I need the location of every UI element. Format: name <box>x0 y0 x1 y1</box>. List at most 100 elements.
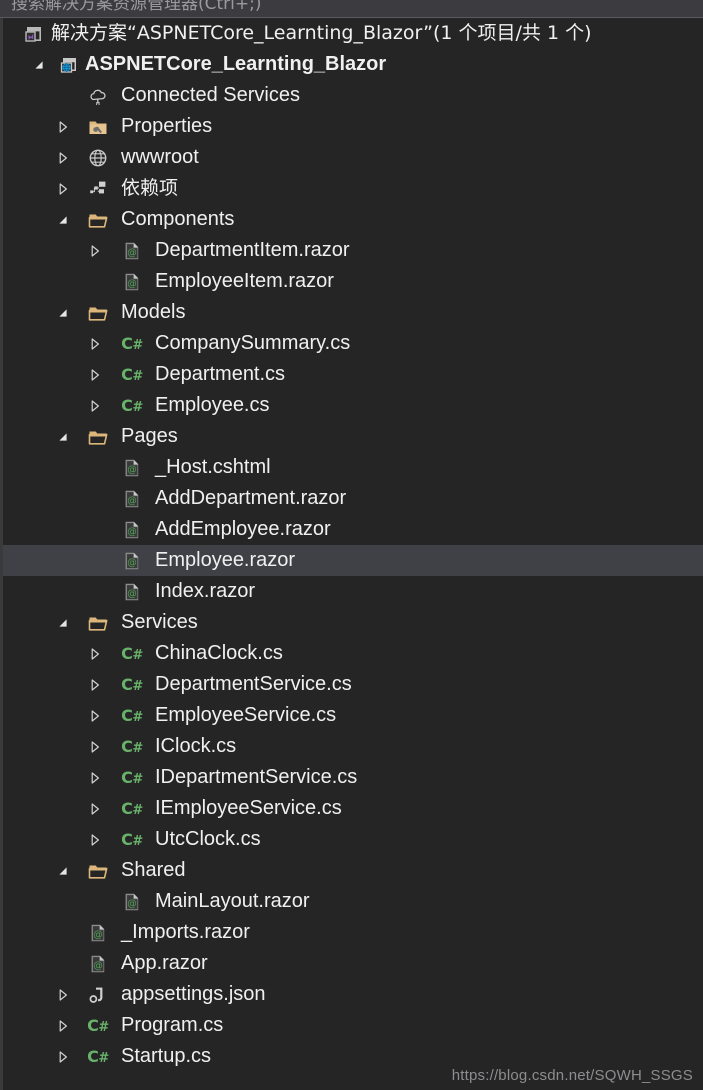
expander-spacer <box>55 948 71 979</box>
tree-item-solution[interactable]: 解决方案“ASPNETCore_Learnting_Blazor”(1 个项目/… <box>3 18 703 49</box>
tree-item-dependencies[interactable]: 依赖项 <box>3 173 703 204</box>
search-bar[interactable]: 搜索解决方案资源管理器(Ctrl+;) <box>0 0 703 18</box>
tree-item-label: Startup.cs <box>121 1045 212 1067</box>
chevron-down-icon[interactable] <box>55 855 71 886</box>
tree-item-imports-razor[interactable]: @ _Imports.razor <box>3 917 703 948</box>
tree-item-project[interactable]: ASPNETCore_Learnting_Blazor <box>3 49 703 80</box>
chevron-down-icon[interactable] <box>55 421 71 452</box>
chevron-right-icon[interactable] <box>55 1041 71 1072</box>
tree-item-utcclock-cs[interactable]: C# UtcClock.cs <box>3 824 703 855</box>
razor-icon: @ <box>121 266 143 297</box>
tree-item-employeeservice-cs[interactable]: C# EmployeeService.cs <box>3 700 703 731</box>
razor-icon: @ <box>87 948 109 979</box>
chevron-right-icon[interactable] <box>55 173 71 204</box>
expander-spacer <box>87 545 103 576</box>
chevron-right-icon[interactable] <box>87 700 103 731</box>
tree-item-employeeitem-razor[interactable]: @ EmployeeItem.razor <box>3 266 703 297</box>
tree-item-label: IClock.cs <box>155 735 237 757</box>
solution-explorer-panel: 搜索解决方案资源管理器(Ctrl+;) 解决方案“ASPNETCore_Lear… <box>0 0 703 1090</box>
expander-spacer <box>87 886 103 917</box>
connected-services-icon <box>87 80 109 111</box>
tree-item-label: IDepartmentService.cs <box>155 766 358 788</box>
chevron-right-icon[interactable] <box>87 328 103 359</box>
tree-item-departmentservice-cs[interactable]: C# DepartmentService.cs <box>3 669 703 700</box>
chevron-right-icon[interactable] <box>55 142 71 173</box>
svg-text:@: @ <box>127 898 137 909</box>
csharp-icon: C# <box>121 829 143 849</box>
chevron-right-icon[interactable] <box>87 762 103 793</box>
tree-item-label: 解决方案“ASPNETCore_Learnting_Blazor”(1 个项目/… <box>51 22 592 44</box>
tree-item-host-cshtml[interactable]: @ _Host.cshtml <box>3 452 703 483</box>
tree-item-models[interactable]: Models <box>3 297 703 328</box>
search-input[interactable]: 搜索解决方案资源管理器(Ctrl+;) <box>8 0 695 17</box>
chevron-right-icon[interactable] <box>87 638 103 669</box>
tree-item-appsettings-json[interactable]: appsettings.json <box>3 979 703 1010</box>
tree-item-employee-razor[interactable]: @ Employee.razor <box>3 545 703 576</box>
chevron-right-icon[interactable] <box>87 793 103 824</box>
chevron-right-icon[interactable] <box>55 979 71 1010</box>
tree-item-companysummary-cs[interactable]: C# CompanySummary.cs <box>3 328 703 359</box>
expander-spacer <box>87 483 103 514</box>
expander-spacer <box>55 917 71 948</box>
tree-item-label: App.razor <box>121 952 208 974</box>
tree-item-services[interactable]: Services <box>3 607 703 638</box>
tree-item-label: EmployeeService.cs <box>155 704 337 726</box>
tree-item-label: DepartmentItem.razor <box>155 239 350 261</box>
tree-item-employee-cs[interactable]: C# Employee.cs <box>3 390 703 421</box>
tree-item-connected-services[interactable]: Connected Services <box>3 80 703 111</box>
tree-item-label: AddDepartment.razor <box>155 487 347 509</box>
tree-item-index-razor[interactable]: @ Index.razor <box>3 576 703 607</box>
chevron-right-icon[interactable] <box>87 669 103 700</box>
csharp-icon: C# <box>121 674 143 694</box>
razor-icon: @ <box>87 917 109 948</box>
tree-item-wwwroot[interactable]: wwwroot <box>3 142 703 173</box>
tree-item-idepartmentservice-cs[interactable]: C# IDepartmentService.cs <box>3 762 703 793</box>
tree-item-adddepartment-razor[interactable]: @ AddDepartment.razor <box>3 483 703 514</box>
expander-spacer <box>87 576 103 607</box>
razor-icon: @ <box>121 886 143 917</box>
tree-item-label: ChinaClock.cs <box>155 642 283 664</box>
folder-open-icon <box>87 607 109 638</box>
tree-item-label: ASPNETCore_Learnting_Blazor <box>85 53 387 75</box>
tree-item-pages[interactable]: Pages <box>3 421 703 452</box>
folder-open-icon <box>87 204 109 235</box>
tree-item-properties[interactable]: Properties <box>3 111 703 142</box>
tree-item-mainlayout-razor[interactable]: @ MainLayout.razor <box>3 886 703 917</box>
tree-item-label: Shared <box>121 859 186 881</box>
svg-text:@: @ <box>127 278 137 289</box>
tree-item-departmentitem-razor[interactable]: @ DepartmentItem.razor <box>3 235 703 266</box>
csharp-icon: C# <box>121 767 143 787</box>
tree-item-label: AddEmployee.razor <box>155 518 331 540</box>
tree-item-department-cs[interactable]: C# Department.cs <box>3 359 703 390</box>
chevron-right-icon[interactable] <box>55 111 71 142</box>
tree-item-label: MainLayout.razor <box>155 890 310 912</box>
chevron-right-icon[interactable] <box>87 235 103 266</box>
svg-text:@: @ <box>127 247 137 258</box>
folder-open-icon <box>87 855 109 886</box>
tree-item-iemployeeservice-cs[interactable]: C# IEmployeeService.cs <box>3 793 703 824</box>
razor-icon: @ <box>121 514 143 545</box>
chevron-down-icon[interactable] <box>55 297 71 328</box>
expander-spacer <box>55 80 71 111</box>
tree-item-addemployee-razor[interactable]: @ AddEmployee.razor <box>3 514 703 545</box>
tree-item-label: Program.cs <box>121 1014 224 1036</box>
chevron-down-icon[interactable] <box>55 607 71 638</box>
chevron-right-icon[interactable] <box>87 359 103 390</box>
chevron-down-icon[interactable] <box>55 204 71 235</box>
tree-item-iclock-cs[interactable]: C# IClock.cs <box>3 731 703 762</box>
tree-item-components[interactable]: Components <box>3 204 703 235</box>
chevron-down-icon[interactable] <box>31 49 47 80</box>
tree-item-label: Employee.cs <box>155 394 270 416</box>
tree-item-chinaclock-cs[interactable]: C# ChinaClock.cs <box>3 638 703 669</box>
tree-item-label: appsettings.json <box>121 983 266 1005</box>
tree-item-app-razor[interactable]: @ App.razor <box>3 948 703 979</box>
solution-tree[interactable]: 解决方案“ASPNETCore_Learnting_Blazor”(1 个项目/… <box>0 18 703 1090</box>
chevron-right-icon[interactable] <box>87 824 103 855</box>
chevron-right-icon[interactable] <box>87 731 103 762</box>
tree-item-program-cs[interactable]: C# Program.cs <box>3 1010 703 1041</box>
razor-icon: @ <box>121 545 143 576</box>
tree-item-shared[interactable]: Shared <box>3 855 703 886</box>
chevron-right-icon[interactable] <box>87 390 103 421</box>
chevron-right-icon[interactable] <box>55 1010 71 1041</box>
razor-icon: @ <box>121 235 143 266</box>
